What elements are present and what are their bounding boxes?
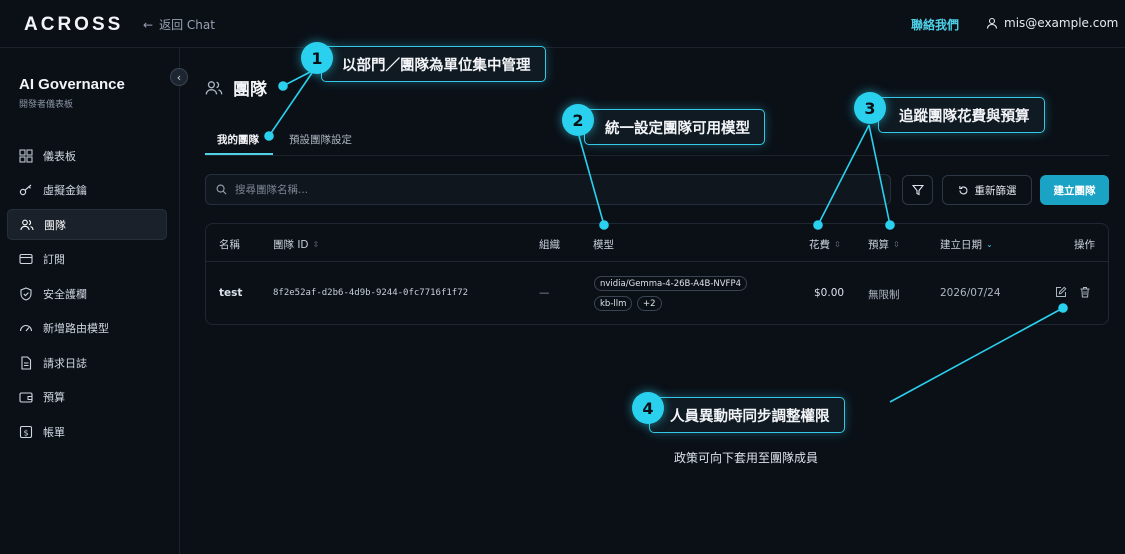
annotation-callout-1: 以部門／團隊為單位集中管理: [321, 46, 546, 82]
column-header-spend[interactable]: 花費 ⇳: [809, 237, 841, 252]
sidebar-item-label: 儀表板: [43, 149, 76, 163]
sort-icon: ⇳: [893, 240, 900, 249]
refresh-icon: [958, 185, 967, 194]
sidebar-item-label: 安全護欄: [43, 287, 87, 301]
annotation-badge-3: 3: [854, 92, 886, 124]
model-chip: nvidia/Gemma-4-26B-A4B-NVFP4: [594, 276, 747, 291]
sidebar-item-label: 帳單: [43, 425, 65, 439]
annotation-callout-3: 追蹤團隊花費與預算: [878, 97, 1045, 133]
column-header-created-date[interactable]: 建立日期 ⌄: [940, 237, 993, 252]
active-tab-indicator: [205, 153, 273, 155]
app-logo[interactable]: ACROSS: [24, 14, 123, 36]
sort-icon: ⇳: [312, 240, 320, 249]
sidebar: AI Governance 開發者儀表板 ‹ 儀表板 虛擬金鑰 團隊 訂閱 安全…: [0, 48, 188, 554]
table-row[interactable]: test 8f2e52af-d2b6-4d9b-9244-0fc7716f1f7…: [206, 262, 1108, 324]
collapse-sidebar-button[interactable]: ‹: [170, 68, 188, 86]
sidebar-item-label: 新增路由模型: [43, 322, 109, 335]
trash-icon: [1080, 287, 1090, 298]
create-team-button[interactable]: 建立團隊: [1040, 175, 1109, 205]
annotation-badge-1: 1: [301, 42, 333, 74]
column-header-actions: 操作: [1074, 239, 1095, 251]
sidebar-item-guardrails[interactable]: 安全護欄: [7, 278, 167, 309]
user-menu[interactable]: mis@example.com: [986, 16, 1118, 30]
sidebar-item-teams[interactable]: 團隊: [7, 209, 167, 240]
dollar-icon: $: [19, 425, 33, 438]
team-spend: $0.00: [814, 287, 845, 299]
sort-icon: ⇳: [834, 240, 841, 249]
annotation-callout-2: 統一設定團隊可用模型: [584, 109, 765, 145]
team-budget: 無限制: [868, 289, 900, 301]
column-header-org: 組織: [539, 239, 560, 251]
users-icon: [20, 219, 34, 230]
key-icon: [19, 184, 32, 196]
team-id: 8f2e52af-d2b6-4d9b-9244-0fc7716f1f72: [273, 288, 469, 298]
back-to-chat-link[interactable]: ← 返回 Chat: [143, 16, 215, 33]
annotation-badge-2: 2: [562, 104, 594, 136]
table-header: 名稱 團隊 ID ⇳ 組織 模型 花費 ⇳ 預算 ⇳ 建立日期 ⌄ 操作: [206, 224, 1108, 262]
users-icon: [205, 80, 223, 94]
team-name[interactable]: test: [219, 287, 242, 299]
sidebar-item-billing[interactable]: $ 帳單: [7, 416, 167, 447]
app-subtitle: 開發者儀表板: [19, 100, 74, 110]
contact-link[interactable]: 聯絡我們: [911, 16, 959, 33]
sidebar-item-label: 團隊: [44, 218, 66, 232]
sidebar-item-subscriptions[interactable]: 訂閱: [7, 244, 167, 275]
tab-my-teams[interactable]: 我的團隊: [217, 132, 259, 147]
sidebar-item-label: 訂閱: [43, 253, 65, 266]
reset-filters-label: 重新篩選: [974, 184, 1017, 197]
sidebar-item-label: 虛擬金鑰: [43, 184, 87, 197]
team-search-field[interactable]: [205, 174, 891, 205]
filter-icon: [911, 184, 924, 196]
edit-icon: [1056, 286, 1067, 297]
team-org: —: [539, 287, 550, 299]
sort-desc-icon: ⌄: [986, 240, 993, 249]
chevron-left-icon: ‹: [176, 70, 182, 84]
gauge-icon: [19, 325, 33, 332]
svg-text:$: $: [23, 428, 28, 437]
grid-icon: [19, 149, 33, 162]
column-header-models: 模型: [593, 239, 614, 251]
edit-team-button[interactable]: [1055, 286, 1067, 301]
sidebar-item-dashboard[interactable]: 儀表板: [7, 140, 167, 171]
annotation-badge-4: 4: [632, 392, 664, 424]
shield-icon: [20, 286, 32, 301]
card-icon: [19, 253, 33, 265]
annotation-note: 政策可向下套用至團隊成員: [674, 451, 819, 465]
column-header-team-id[interactable]: 團隊 ID ⇳: [273, 237, 319, 252]
delete-team-button[interactable]: [1079, 286, 1091, 301]
app-title: AI Governance: [19, 76, 125, 93]
tab-default-team-settings[interactable]: 預設團隊設定: [289, 132, 352, 147]
reset-filters-button[interactable]: 重新篩選: [942, 175, 1032, 205]
sidebar-item-virtual-keys[interactable]: 虛擬金鑰: [7, 175, 167, 206]
back-label: 返回 Chat: [159, 18, 215, 32]
teams-table: 名稱 團隊 ID ⇳ 組織 模型 花費 ⇳ 預算 ⇳ 建立日期 ⌄ 操作 test 8f…: [205, 223, 1109, 325]
page-title: 團隊: [233, 80, 267, 100]
team-created-date: 2026/07/24: [940, 287, 1001, 299]
sidebar-item-label: 預算: [43, 391, 65, 404]
search-icon: [216, 184, 227, 195]
wallet-icon: [19, 392, 33, 403]
model-chip: kb-llm: [594, 296, 633, 311]
top-bar: ACROSS ← 返回 Chat 聯絡我們 mis@example.com: [0, 0, 1125, 48]
more-models-chip[interactable]: +2: [637, 296, 662, 311]
filter-button[interactable]: [902, 175, 933, 205]
sidebar-item-add-route-model[interactable]: 新增路由模型: [7, 313, 167, 344]
annotation-callout-4: 人員異動時同步調整權限: [649, 397, 845, 433]
arrow-left-icon: ←: [143, 17, 154, 32]
user-icon: [986, 17, 998, 29]
column-header-name: 名稱: [219, 239, 240, 251]
team-search-input[interactable]: [235, 183, 835, 196]
sidebar-item-budget[interactable]: 預算: [7, 382, 167, 413]
sidebar-item-request-logs[interactable]: 請求日誌: [7, 347, 167, 378]
sidebar-item-label: 請求日誌: [43, 356, 87, 370]
file-icon: [21, 355, 32, 370]
page-heading: 團隊: [205, 75, 267, 100]
sidebar-nav: 儀表板 虛擬金鑰 團隊 訂閱 安全護欄 新增路由模型 請求日誌 預算 $ 帳單: [7, 140, 167, 451]
user-email: mis@example.com: [1004, 16, 1119, 30]
column-header-budget[interactable]: 預算 ⇳: [868, 237, 900, 252]
